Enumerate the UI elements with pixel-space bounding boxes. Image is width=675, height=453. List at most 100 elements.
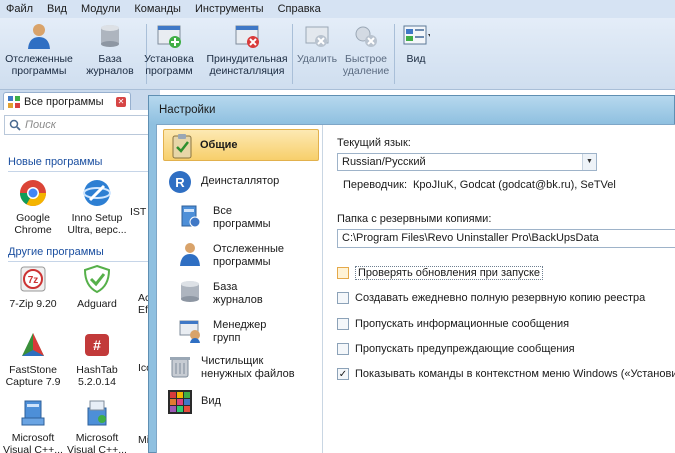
adguard-shield-icon [83,264,111,294]
installer-box-icon [87,400,107,426]
language-select[interactable]: Russian/Русский ▼ [337,153,597,171]
database-icon [101,25,119,47]
toolbar-separator [292,24,293,84]
backup-folder-field[interactable]: C:\Program Files\Revo Uninstaller Pro\Ba… [337,229,675,248]
backup-folder-value: C:\Program Files\Revo Uninstaller Pro\Ba… [342,232,599,244]
tab-all-programs[interactable]: Все программы ✕ [3,92,131,110]
svg-text:7z: 7z [28,275,39,286]
menu-commands[interactable]: Команды [134,3,181,15]
nav-all-programs[interactable]: Все программы [177,203,319,233]
option-daily-registry-backup[interactable]: Создавать ежедневно полную резервную коп… [337,291,645,305]
app-google-chrome[interactable]: Google Chrome [0,178,66,236]
search-input[interactable]: Поиск [4,115,154,135]
option-skip-info-messages[interactable]: Пропускать информационные сообщения [337,317,569,331]
divider [8,171,148,172]
divider [8,261,148,262]
toolbar-separator [394,24,395,84]
app-7zip[interactable]: 7z 7-Zip 9.20 [0,264,66,310]
tab-row: Все программы ✕ [0,90,160,110]
settings-content: Текущий язык: Russian/Русский ▼ Переводч… [323,125,675,453]
translator-value: КроJIuK, Godcat (godcat@bk.ru), SeTVel [413,179,616,191]
checkbox-checked[interactable]: ✓ [337,368,349,380]
hashtab-icon: # [85,334,109,356]
app-faststone[interactable]: FastStone Capture 7.9 [0,330,66,388]
quick-remove-button[interactable]: Быстрое удаление [340,22,392,86]
option-label: Показывать команды в контекстном меню Wi… [355,368,675,380]
forced-uninstall-icon [235,25,259,48]
checkbox[interactable] [337,292,349,304]
view-icon [403,25,430,45]
nav-view[interactable]: Вид [167,387,319,417]
option-skip-warning-messages[interactable]: Пропускать предупреждающие сообщения [337,342,575,356]
app-ms-visual-cpp-1[interactable]: Microsoft Visual C++... [0,398,66,453]
remove-icon [305,26,329,47]
svg-text:R: R [175,175,185,190]
logs-db-button[interactable]: База журналов [80,22,140,86]
view-button[interactable]: Вид [396,22,436,86]
tracked-programs-button[interactable]: Отслеженные программы [4,22,74,86]
checkbox[interactable] [337,318,349,330]
user-icon [28,24,50,49]
current-language-label: Текущий язык: [337,137,411,149]
app-hashtab[interactable]: # HashTab 5.2.0.14 [64,330,130,388]
svg-text:#: # [93,337,101,353]
chrome-icon [19,180,47,207]
tab-label: Все программы [24,95,104,108]
quick-remove-icon [355,26,377,47]
checkbox[interactable] [337,267,349,279]
checkbox[interactable] [337,343,349,355]
menu-help[interactable]: Справка [278,3,321,15]
chevron-down-icon[interactable]: ▼ [582,154,596,170]
remove-button[interactable]: Удалить [294,22,340,86]
translator-label: Переводчик: [343,179,408,191]
programs-icon [8,95,20,108]
option-label: Проверять обновления при запуске [355,266,544,280]
install-icon [157,25,181,48]
all-programs-icon [181,205,201,228]
menu-file[interactable]: Файл [6,3,33,15]
group-manager-icon [179,320,200,343]
nav-logs-db[interactable]: База журналов [177,279,319,309]
app-adguard[interactable]: Adguard [64,264,130,310]
database-icon [181,281,199,302]
faststone-icon [22,333,44,356]
install-programs-button[interactable]: Установка программ [138,22,200,86]
installer-box-icon [21,400,45,426]
uninstaller-icon: R [169,171,191,193]
dialog-body: Общие R Деинсталлятор Все программы Отсл… [156,124,675,453]
menu-modules[interactable]: Модули [81,3,120,15]
menu-view[interactable]: Вид [47,3,67,15]
clipboard-check-icon [172,134,192,159]
search-placeholder: Поиск [25,119,56,131]
search-icon [9,119,21,131]
settings-dialog: Настройки Общие R Деинсталлятор Все прог… [148,95,675,453]
nav-group-manager[interactable]: Менеджер групп [177,317,319,347]
toolbar: Отслеженные программы База журналов Уста… [0,18,675,90]
settings-nav: Общие R Деинсталлятор Все программы Отсл… [157,125,323,453]
nav-general[interactable]: Общие [163,129,319,161]
new-programs-header: Новые программы [8,156,103,168]
view-grid-icon [168,390,192,414]
inno-setup-icon [83,180,111,206]
other-programs-header: Другие программы [8,246,104,258]
7zip-icon: 7z [20,266,46,292]
menu-bar: Файл Вид Модули Команды Инструменты Спра… [0,0,675,18]
nav-junk-cleaner[interactable]: Чистильщик ненужных файлов [167,353,319,383]
nav-tracked-programs[interactable]: Отслеженные программы [177,241,319,271]
option-label: Пропускать информационные сообщения [355,318,570,330]
app-ms-visual-cpp-2[interactable]: Microsoft Visual C++... [64,398,130,453]
programs-pane: Новые программы Google Chrome Inno Setup… [0,140,160,453]
option-label: Создавать ежедневно полную резервную коп… [355,292,646,304]
nav-uninstaller[interactable]: R Деинсталлятор [167,167,319,197]
option-check-updates[interactable]: Проверять обновления при запуске [337,266,544,280]
app-inno-setup[interactable]: Inno Setup Ultra, верс... [64,178,130,236]
menu-tools[interactable]: Инструменты [195,3,264,15]
option-label: Пропускать предупреждающие сообщения [355,343,575,355]
option-context-menu-commands[interactable]: ✓ Показывать команды в контекстном меню … [337,367,675,381]
close-icon[interactable]: ✕ [116,96,126,107]
user-icon [180,243,200,266]
language-value: Russian/Русский [342,156,426,168]
junk-cleaner-icon [170,357,190,378]
forced-uninstall-button[interactable]: Принудительная деинсталляция [200,22,294,86]
backup-folder-label: Папка с резервными копиями: [337,213,492,225]
